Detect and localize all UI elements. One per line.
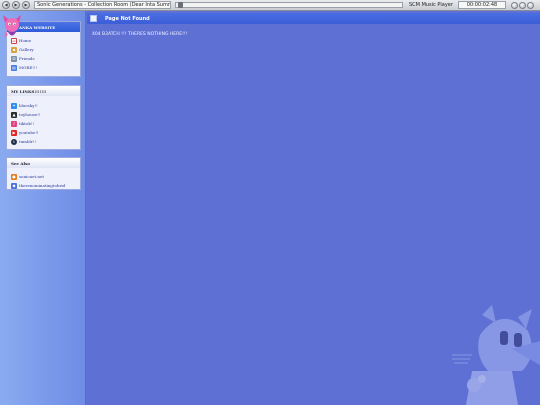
bluesky-icon: ✦ — [11, 102, 17, 109]
player-name: SCM Music Player — [409, 2, 453, 8]
link-label: therenominatingtobrid — [19, 183, 66, 188]
link-label: youtube!! — [19, 130, 39, 135]
mascot-character-icon — [3, 15, 21, 37]
link-therenominating[interactable]: ◆ therenominatingtobrid — [11, 181, 76, 190]
link-icon: ◆ — [11, 182, 17, 189]
page-title: Page Not Found — [105, 15, 150, 22]
link-tiktok[interactable]: ♪ tiktok!! — [11, 119, 76, 128]
links-title: MY LINKS!!!!!!! — [7, 86, 80, 96]
nav-item-label: Friends — [19, 56, 35, 61]
friends-icon: ☺ — [11, 55, 17, 62]
sidebar: ANKA WEBSITE ⌂ Home ▪ Gallery ☺ Friends … — [0, 11, 86, 405]
previous-button[interactable]: ◀ — [2, 1, 10, 9]
link-youtube[interactable]: ▶ youtube!! — [11, 128, 76, 137]
character-art-decoration — [452, 305, 540, 405]
link-label: tiktok!! — [19, 121, 34, 126]
toyhouse-icon: ▲ — [11, 111, 17, 118]
more-icon: ▤ — [11, 64, 17, 71]
next-button[interactable]: ▶ — [22, 1, 30, 9]
volume-button[interactable] — [510, 1, 518, 9]
link-tumblr[interactable]: t tumblr!! — [11, 137, 76, 146]
nav-item-label: Gallery — [19, 47, 34, 52]
link-label: bluesky!! — [19, 103, 38, 108]
sonicnet-icon: ● — [11, 173, 17, 180]
progress-bar[interactable] — [175, 2, 403, 8]
track-title: Sonic Generations - Collection Room (Dea… — [34, 1, 171, 9]
link-label: tumblr!! — [19, 139, 36, 144]
link-label: toyhouse!! — [19, 112, 41, 117]
nav-item-gallery[interactable]: ▪ Gallery — [11, 45, 76, 54]
music-player: ◀ ▶ ▶ Sonic Generations - Collection Roo… — [0, 0, 540, 11]
close-player-button[interactable] — [526, 1, 534, 9]
links-box: MY LINKS!!!!!!! ✦ bluesky!! ▲ toyhouse!!… — [6, 85, 81, 150]
see-also-box: See Also ● sonicnet.net ◆ therenominatin… — [6, 157, 81, 190]
link-bluesky[interactable]: ✦ bluesky!! — [11, 101, 76, 110]
page-header: Page Not Found — [87, 13, 540, 24]
play-button[interactable]: ▶ — [12, 1, 20, 9]
broken-image-icon — [90, 15, 97, 22]
nav-item-friends[interactable]: ☺ Friends — [11, 54, 76, 63]
error-message: 404 B3ATCH !!! THERES NOTHING HERE!!! — [92, 32, 188, 37]
tumblr-icon: t — [11, 138, 17, 145]
nav-item-label: MORE!!! — [19, 65, 38, 70]
link-sonicnet[interactable]: ● sonicnet.net — [11, 172, 76, 181]
gallery-icon: ▪ — [11, 46, 17, 53]
playlist-button[interactable] — [518, 1, 526, 9]
tiktok-icon: ♪ — [11, 120, 17, 127]
nav-item-more[interactable]: ▤ MORE!!! — [11, 63, 76, 72]
time-display: 00:00:02:48 — [457, 1, 506, 9]
see-also-title: See Also — [7, 158, 80, 168]
link-label: sonicnet.net — [19, 174, 44, 179]
link-toyhouse[interactable]: ▲ toyhouse!! — [11, 110, 76, 119]
youtube-icon: ▶ — [11, 129, 17, 136]
progress-knob[interactable] — [178, 2, 184, 8]
